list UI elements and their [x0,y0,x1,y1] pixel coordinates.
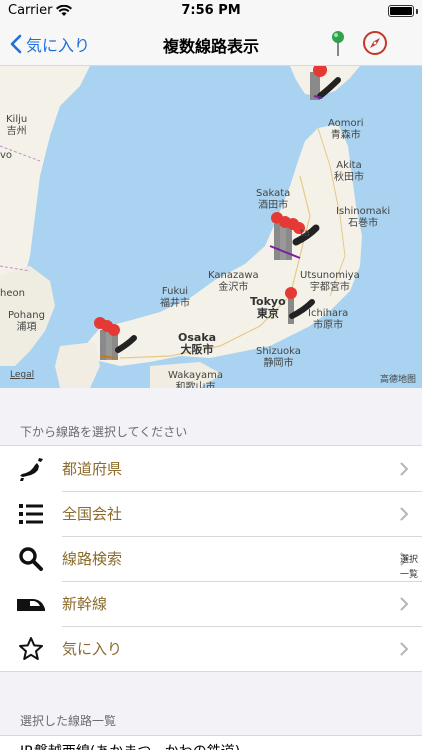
menu-item-label: 新幹線 [62,595,108,613]
menu-item-shinkansen[interactable]: 新幹線 [0,581,422,626]
menu-item-favorites[interactable]: 気に入り [0,626,422,671]
map-label-tokyo: Tokyo 東京 [250,295,286,320]
menu-item-route-search[interactable]: 線路検索 [0,536,422,581]
map-pin-icon[interactable] [328,30,348,62]
side-index-line-2: 一覧 [399,570,418,580]
map-label-osaka: Osaka 大阪市 [178,331,217,356]
chevron-right-icon [386,642,422,656]
map-label-fukui: Fukui 福井市 [160,286,190,309]
selected-line-item[interactable]: JR磐越西線(あかまつ、かわの鉄道) [20,741,240,750]
shinkansen-icon [0,595,62,613]
chevron-right-icon [386,597,422,611]
japan-map-icon [0,456,62,482]
star-icon [0,636,62,662]
map-label-ishinomaki: Ishinomaki 石巻市 [336,206,391,229]
legal-link[interactable]: Legal [10,370,34,380]
map-label-partial-2: heon [0,288,25,299]
map-label-ichihara: Ichihara 市原市 [308,308,349,331]
map-label-utsunomiya: Utsunomiya 宇都宮市 [300,270,360,293]
map-label-partial-3: ta [300,228,311,239]
map-attribution: 高德地图 [379,375,416,385]
side-index-button[interactable]: 選択 一覧 [397,553,421,583]
chevron-right-icon [386,507,422,521]
map-view[interactable]: Kilju 吉州 vo Aomori 青森市 Akita 秋田市 Sakata 酒田市 … [0,66,422,388]
map-label-shizuoka: Shizuoka 静岡市 [256,346,301,369]
chevron-right-icon [386,462,422,476]
map-label-sakata: Sakata 酒田市 [256,188,291,211]
list-icon [0,503,62,525]
battery-icon [388,5,414,17]
menu-item-label: 都道府県 [62,460,123,478]
menu-item-prefectures[interactable]: 都道府県 [0,446,422,491]
map-label-kilju: Kilju 吉州 [6,114,28,137]
map-label-kanazawa: Kanazawa 金沢市 [208,270,259,293]
side-index-line-1: 選択 [399,555,418,565]
map-label-pohang: Pohang 浦項 [8,310,45,333]
status-bar: Carrier 7:56 PM [0,0,422,22]
menu-list: 都道府県 全国会社 線路検索 新幹線 気に入り [0,445,422,672]
menu-item-label: 線路検索 [62,550,123,568]
select-section-header: 下から線路を選択してください [20,425,188,439]
map-label-akita: Akita 秋田市 [334,160,364,183]
menu-item-label: 全国会社 [62,505,123,523]
status-time: 7:56 PM [181,3,241,18]
map-label-aomori: Aomori 青森市 [328,118,364,141]
search-icon [0,546,62,572]
menu-item-companies[interactable]: 全国会社 [0,491,422,536]
selected-lines-list: JR磐越西線(あかまつ、かわの鉄道) [0,735,422,750]
selected-section-header: 選択した線路一覧 [20,714,117,728]
compass-icon[interactable] [362,30,388,60]
battery-tip [416,9,418,14]
page-title: 複数線路表示 [162,37,259,56]
map-label-wakayama: Wakayama 和歌山市 [168,370,224,388]
navigation-bar: 気に入り 複数線路表示 [0,22,422,66]
menu-item-label: 気に入り [62,640,123,658]
map-label-partial: vo [0,150,13,161]
